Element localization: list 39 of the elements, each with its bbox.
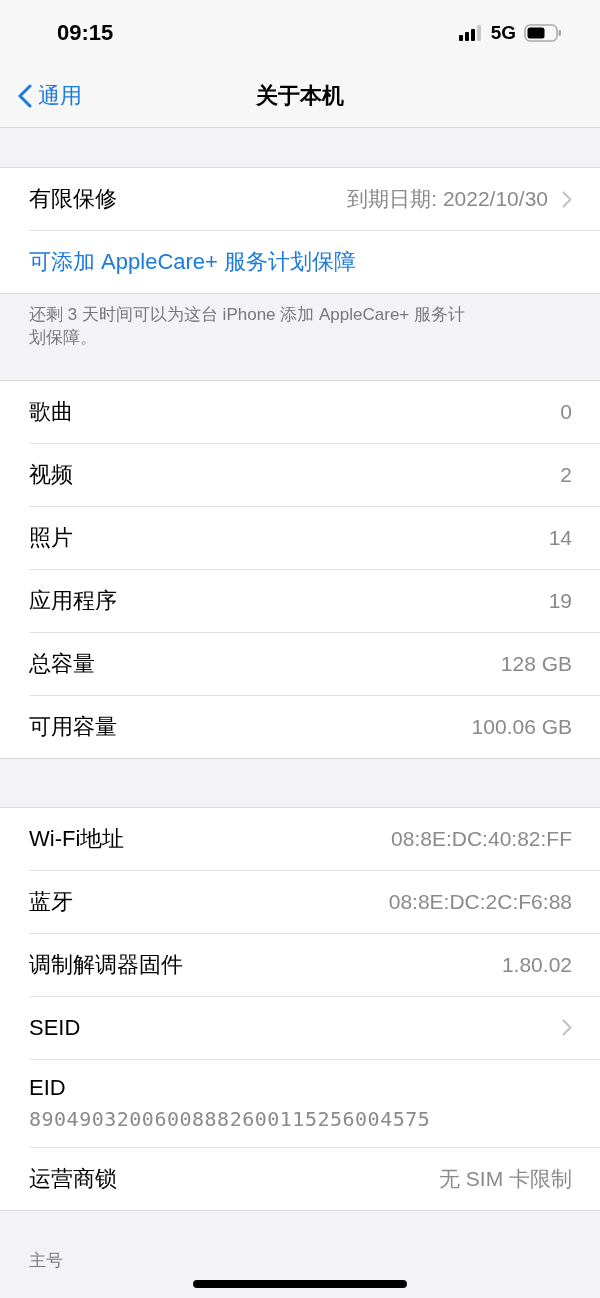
row-value: 1.80.02	[501, 952, 572, 977]
row-label: 视频	[29, 460, 73, 489]
battery-icon	[524, 23, 562, 42]
row-value: 无 SIM 卡限制	[439, 1165, 572, 1192]
status-time: 09:15	[57, 19, 114, 46]
chevron-right-icon	[562, 1019, 572, 1037]
section-header: 主号	[28, 1249, 64, 1272]
row-label: 调制解调器固件	[29, 950, 183, 979]
row-value: 128 GB	[500, 651, 572, 676]
row-label: 蓝牙	[29, 887, 73, 916]
row-label: 应用程序	[29, 586, 117, 615]
row-value: 到期日期: 2022/10/30	[347, 186, 548, 212]
disclosure-row[interactable]: 有限保修 到期日期: 2022/10/30	[29, 168, 600, 231]
chevron-right-icon	[562, 190, 572, 208]
row-value: 08:8E:DC:40:82:FF	[391, 826, 572, 851]
row-value: 08:8E:DC:2C:F6:88	[388, 889, 572, 914]
row-label: 运营商锁	[29, 1164, 117, 1193]
row-value: 100.06 GB	[471, 714, 572, 739]
row-value: 14	[548, 525, 572, 550]
back-button[interactable]: 通用	[18, 81, 82, 111]
row-label: 有限保修	[29, 185, 117, 213]
back-chevron-icon	[18, 84, 32, 108]
row-label: 总容量	[29, 649, 95, 678]
row-label: Wi-Fi地址	[29, 824, 125, 853]
row-value: 0	[560, 399, 572, 424]
row-label: SEID	[29, 1014, 81, 1041]
page-title: 关于本机	[256, 82, 344, 110]
applecare-link[interactable]: 可添加 AppleCare+ 服务计划保障	[29, 247, 357, 277]
row-label: EID	[29, 1075, 67, 1102]
section-footer: 还剩 3 天时间可以为这台 iPhone 添加 AppleCare+ 服务计划保障。	[0, 294, 600, 380]
row-label: 歌曲	[29, 397, 73, 426]
row-label: 照片	[29, 523, 73, 552]
row-value: 2	[560, 462, 572, 487]
disclosure-row[interactable]: SEID	[29, 996, 600, 1060]
row-label: 可用容量	[29, 712, 117, 741]
row-value: 89049032006008882600115256004575	[29, 1107, 431, 1132]
row-value: 19	[548, 588, 572, 613]
signal-icon	[458, 24, 483, 41]
network-type: 5G	[490, 21, 516, 44]
